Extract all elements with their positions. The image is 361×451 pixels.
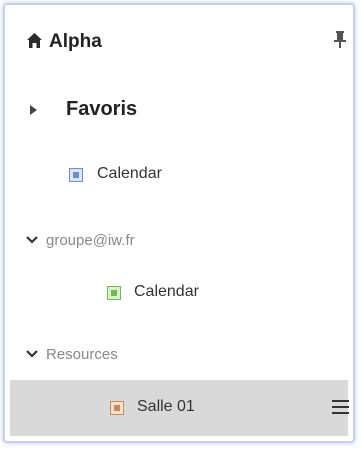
pin-icon[interactable] [333, 30, 347, 49]
favoris-label: Favoris [66, 98, 138, 120]
calendar-color-icon [69, 168, 83, 182]
group-toggle-groupe[interactable]: groupe@iw.fr [5, 221, 353, 261]
calendar-item[interactable]: Calendar [5, 153, 353, 197]
favoris-section-toggle[interactable]: Favoris [5, 89, 353, 133]
chevron-down-icon[interactable] [25, 233, 39, 247]
chevron-down-icon[interactable] [25, 347, 39, 361]
home-icon[interactable] [26, 32, 43, 49]
group-toggle-resources[interactable]: Resources [5, 335, 353, 375]
calendar-item[interactable]: Calendar [5, 271, 353, 315]
group-label: groupe@iw.fr [46, 232, 135, 249]
calendar-panel: Alpha Favoris Calendar groupe@iw.fr Cale… [3, 3, 355, 443]
group-label: Resources [46, 346, 118, 363]
calendar-label: Calendar [97, 165, 162, 182]
panel-title: Alpha [49, 31, 102, 52]
resource-item-selected[interactable]: Salle 01 [10, 380, 349, 436]
calendar-label: Calendar [134, 283, 199, 300]
hamburger-menu-icon[interactable] [332, 400, 349, 415]
resource-label: Salle 01 [137, 398, 195, 415]
resource-color-icon [110, 401, 124, 415]
calendar-color-icon [107, 286, 121, 300]
panel-header: Alpha [5, 21, 353, 65]
collapsed-triangle-icon[interactable] [30, 105, 37, 115]
